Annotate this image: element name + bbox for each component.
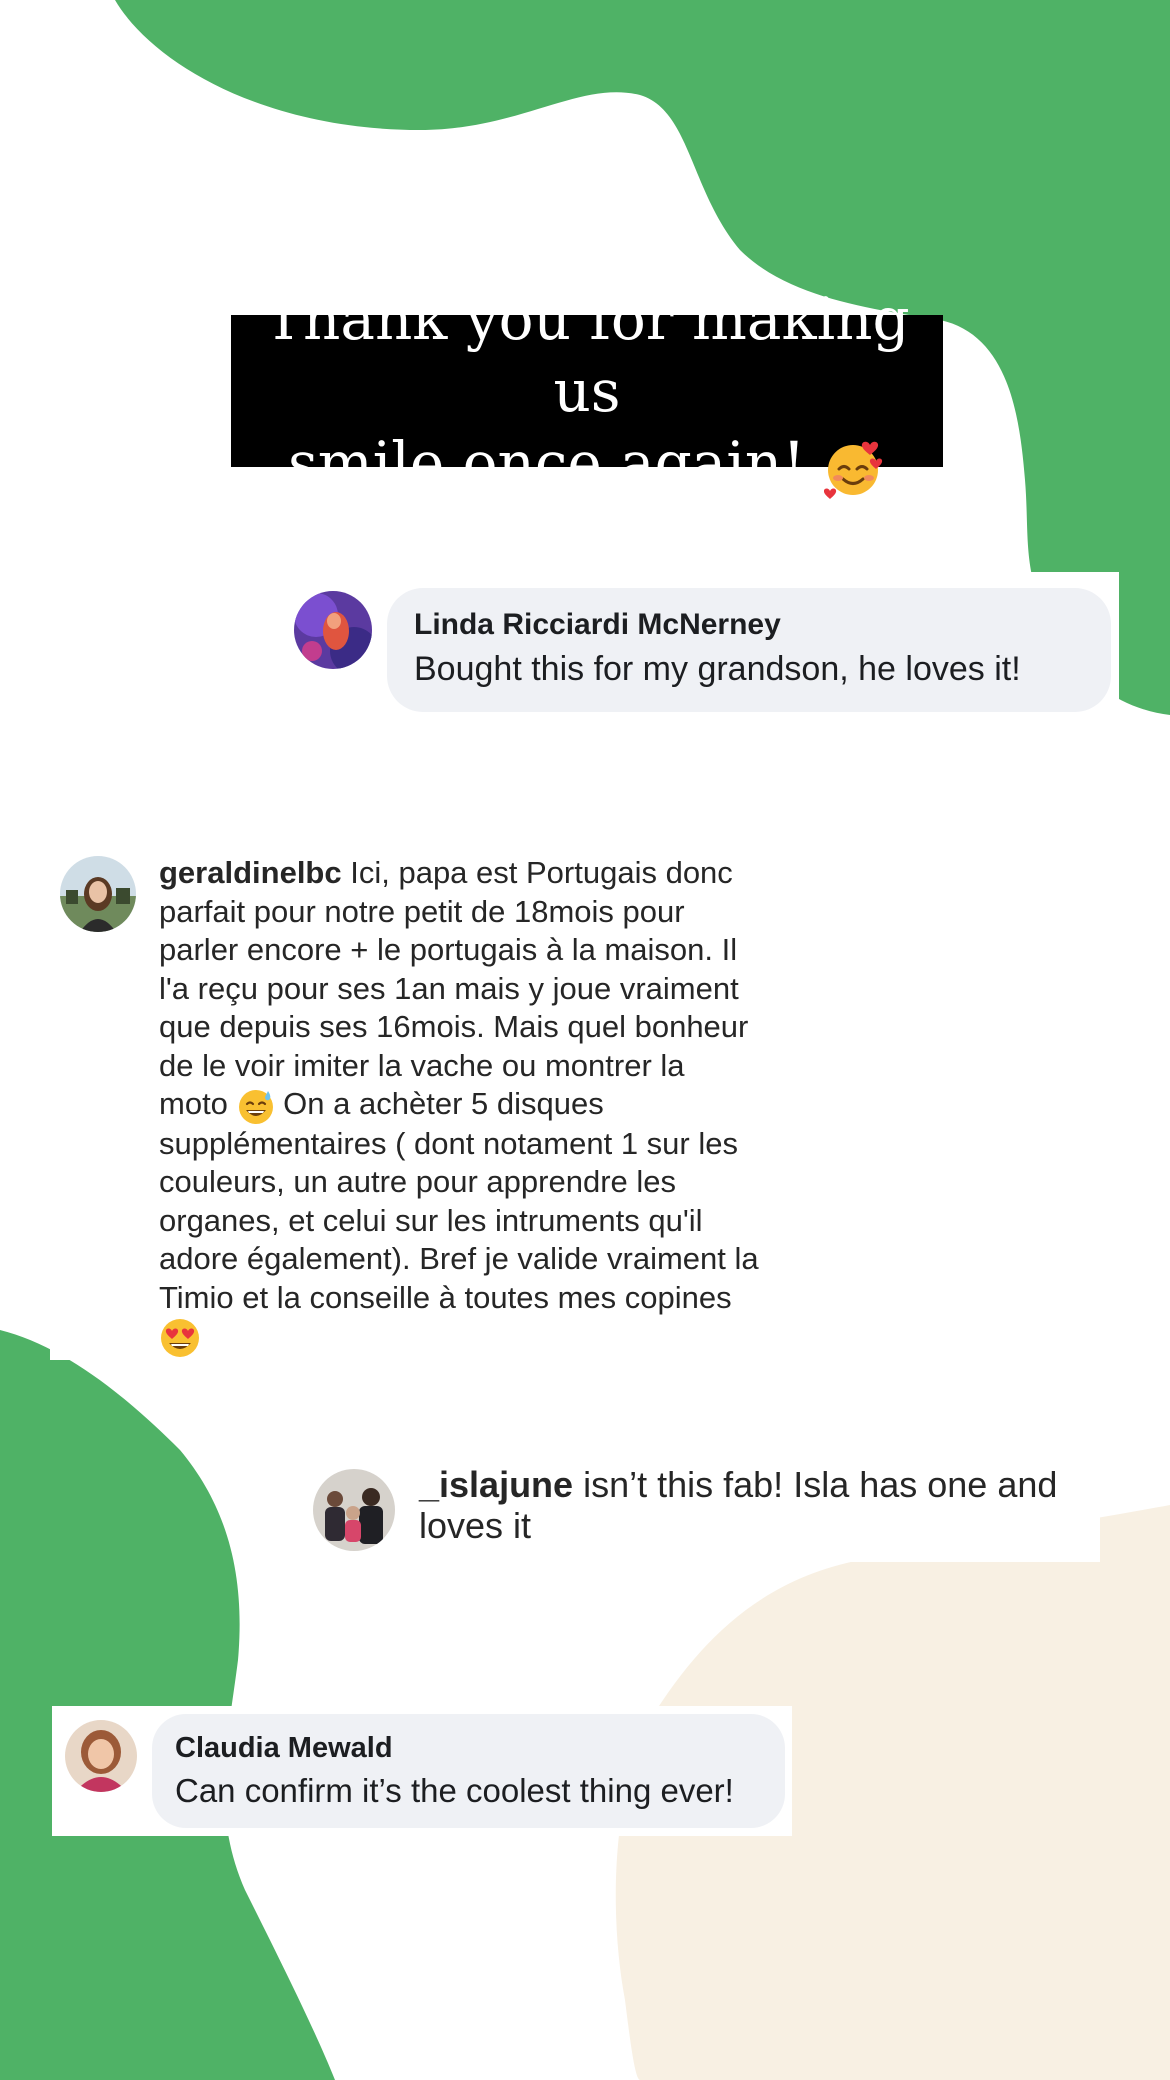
avatar-geraldine[interactable] xyxy=(60,856,136,932)
green-blob-bottom xyxy=(0,1330,335,2080)
comment-line: adore également). Bref je valide vraimen… xyxy=(159,1241,759,1277)
avatar-claudia[interactable] xyxy=(65,1720,137,1792)
comment-line-text: isn’t this fab! Isla has one and xyxy=(583,1464,1058,1505)
avatar-linda[interactable] xyxy=(294,591,372,669)
heart-eyes-icon xyxy=(161,1319,199,1358)
comment-line: _islajune isn’t this fab! Isla has one a… xyxy=(419,1464,1099,1505)
comment-author[interactable]: geraldinelbc xyxy=(159,855,342,890)
comment-text-islajune: _islajune isn’t this fab! Isla has one a… xyxy=(419,1464,1099,1546)
headline-line-2: smile once again! xyxy=(231,427,943,499)
comment-text: Bought this for my grandson, he loves it… xyxy=(414,650,1021,688)
avatar-image xyxy=(294,591,372,669)
headline-banner: Thank you for making us smile once again… xyxy=(231,285,943,499)
comment-author[interactable]: _islajune xyxy=(419,1464,573,1505)
smiling-face-with-hearts-icon xyxy=(824,441,883,499)
comment-line-text: On a achèter 5 disques xyxy=(283,1086,604,1121)
comment-line: de le voir imiter la vache ou montrer la xyxy=(159,1047,685,1083)
comment-line: l'a reçu pour ses 1an mais y joue vraime… xyxy=(159,970,739,1006)
comment-line: organes, et celui sur les intruments qu'… xyxy=(159,1202,703,1238)
comment-line: couleurs, un autre pour apprendre les xyxy=(159,1164,676,1200)
comment-line: geraldinelbc Ici, papa est Portugais don… xyxy=(159,854,849,893)
comment-line: loves it xyxy=(419,1505,532,1546)
comment-line xyxy=(159,1317,849,1359)
comment-line-text: Ici, papa est Portugais donc xyxy=(350,855,733,890)
avatar-image xyxy=(313,1469,395,1551)
avatar-islajune[interactable] xyxy=(313,1469,395,1551)
avatar-image xyxy=(65,1720,137,1792)
avatar-image xyxy=(60,856,136,932)
comment-line: parfait pour notre petit de 18mois pour xyxy=(159,893,685,929)
headline-line-2-text: smile once again! xyxy=(287,429,806,497)
comment-line: parler encore + le portugais à la maison… xyxy=(159,932,738,967)
comment-author[interactable]: Linda Ricciardi McNerney xyxy=(414,608,781,642)
comment-line-text: moto xyxy=(159,1086,228,1121)
comment-text-geraldine: geraldinelbc Ici, papa est Portugais don… xyxy=(159,854,849,1359)
comment-line: Timio et la conseille à toutes mes copin… xyxy=(159,1279,732,1315)
grinning-face-with-sweat-icon xyxy=(238,1089,273,1124)
comment-line: que depuis ses 16mois. Mais quel bonheur xyxy=(159,1009,749,1044)
comment-text: Can confirm it’s the coolest thing ever! xyxy=(175,1772,734,1809)
comment-author[interactable]: Claudia Mewald xyxy=(175,1732,393,1765)
headline-line-1: Thank you for making us xyxy=(264,285,910,425)
comment-line: supplémentaires ( dont notament 1 sur le… xyxy=(159,1125,738,1161)
comment-line: moto On a achèter 5 disques xyxy=(159,1085,849,1125)
